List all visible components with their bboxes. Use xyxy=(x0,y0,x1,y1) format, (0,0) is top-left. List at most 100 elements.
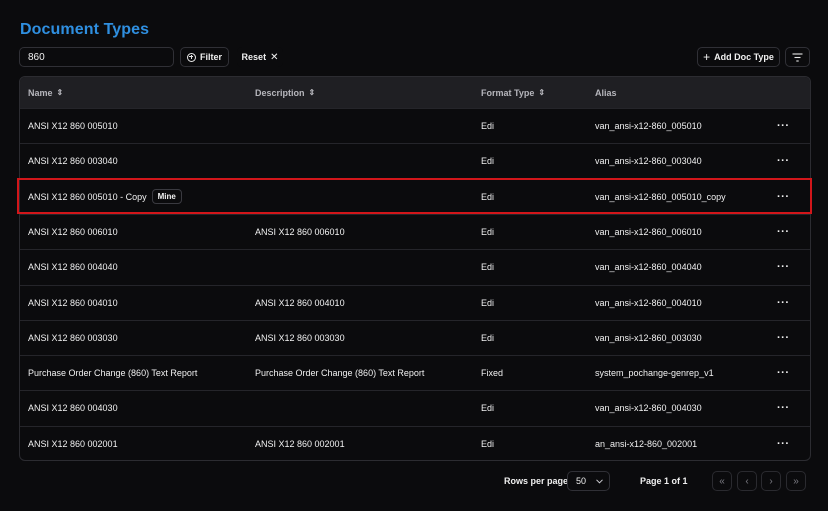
more-horizontal-icon: ··· xyxy=(777,402,790,415)
table-row[interactable]: ANSI X12 860 004030 Edi van_ansi-x12-860_0… xyxy=(20,390,810,425)
cell-alias-text: van_ansi-x12-860_003030 xyxy=(595,332,702,343)
column-header-description[interactable]: Description ⇕ xyxy=(255,77,315,108)
table-row[interactable]: ANSI X12 860 004040 Edi van_ansi-x12-860_0… xyxy=(20,249,810,284)
add-doc-type-button[interactable]: + Add Doc Type xyxy=(697,47,780,67)
row-actions-button[interactable]: ··· xyxy=(777,144,790,178)
filter-button[interactable]: Filter xyxy=(180,47,229,67)
search-input[interactable] xyxy=(19,47,174,67)
cell-format-type-text: Edi xyxy=(481,156,495,167)
column-header-label: Description xyxy=(255,87,305,98)
cell-alias: system_pochange-genrep_v1 xyxy=(595,356,714,390)
cell-name-text: Purchase Order Change (860) Text Report xyxy=(28,368,198,379)
more-horizontal-icon: ··· xyxy=(777,437,790,450)
view-options-button[interactable] xyxy=(785,47,810,67)
cell-alias: van_ansi-x12-860_004010 xyxy=(595,286,702,320)
chevron-right-icon: › xyxy=(769,475,773,487)
cell-name-text: ANSI X12 860 004010 xyxy=(28,297,118,308)
more-horizontal-icon: ··· xyxy=(777,225,790,238)
row-actions-button[interactable]: ··· xyxy=(777,180,790,214)
cell-format-type-text: Edi xyxy=(481,332,495,343)
cell-format-type-text: Edi xyxy=(481,438,495,449)
cell-name-text: ANSI X12 860 006010 xyxy=(28,226,118,237)
cell-description-text: ANSI X12 860 003030 xyxy=(255,332,345,343)
column-header-label: Format Type xyxy=(481,87,535,98)
cell-description-text: ANSI X12 860 006010 xyxy=(255,226,345,237)
cell-alias-text: system_pochange-genrep_v1 xyxy=(595,368,714,379)
table-row[interactable]: ANSI X12 860 005010 Edi van_ansi-x12-860_0… xyxy=(20,108,810,143)
reset-label: Reset xyxy=(241,52,267,62)
row-actions-button[interactable]: ··· xyxy=(777,356,790,390)
table-header: Name ⇕ Description ⇕ Format Type ⇕ Alias xyxy=(20,77,810,108)
row-actions-button[interactable]: ··· xyxy=(777,286,790,320)
cell-alias: van_ansi-x12-860_004030 xyxy=(595,391,702,425)
more-horizontal-icon: ··· xyxy=(777,296,790,309)
next-page-button[interactable]: › xyxy=(761,471,781,491)
sort-icon: ⇕ xyxy=(308,88,316,97)
chevrons-left-icon: « xyxy=(719,475,725,487)
cell-alias: van_ansi-x12-860_006010 xyxy=(595,215,702,249)
table-row[interactable]: ANSI X12 860 002001 ANSI X12 860 002001 Ed… xyxy=(20,425,810,460)
column-header-label: Alias xyxy=(595,87,617,98)
column-header-name[interactable]: Name ⇕ xyxy=(28,77,63,108)
cell-format-type: Edi xyxy=(481,286,494,320)
chevrons-right-icon: » xyxy=(793,475,799,487)
cell-name: ANSI X12 860 003030 xyxy=(28,321,118,355)
plus-icon: + xyxy=(703,49,711,64)
previous-page-button[interactable]: ‹ xyxy=(737,471,757,491)
row-actions-button[interactable]: ··· xyxy=(777,109,790,143)
row-actions-button[interactable]: ··· xyxy=(777,250,790,284)
cell-format-type: Edi xyxy=(481,109,494,143)
table-row[interactable]: ANSI X12 860 003040 Edi van_ansi-x12-860_0… xyxy=(20,143,810,178)
rows-per-page-value: 50 xyxy=(576,476,587,486)
sort-icon: ⇕ xyxy=(538,88,546,97)
cell-name: ANSI X12 860 005010 - Copy Mine xyxy=(28,180,182,214)
cell-format-type: Edi xyxy=(481,250,494,284)
first-page-button[interactable]: « xyxy=(712,471,732,491)
sort-icon: ⇕ xyxy=(56,88,64,97)
cell-alias: van_ansi-x12-860_005010_copy xyxy=(595,180,726,214)
cell-alias-text: van_ansi-x12-860_004010 xyxy=(595,297,702,308)
filter-lines-icon xyxy=(792,52,803,62)
reset-button[interactable]: Reset ✕ xyxy=(237,47,283,67)
cell-description-text: Purchase Order Change (860) Text Report xyxy=(255,368,425,379)
cell-name: ANSI X12 860 002001 xyxy=(28,427,118,460)
table-row[interactable]: ANSI X12 860 004010 ANSI X12 860 004010 Ed… xyxy=(20,284,810,320)
row-actions-button[interactable]: ··· xyxy=(777,321,790,355)
cell-name: ANSI X12 860 004040 xyxy=(28,250,118,284)
cell-format-type: Edi xyxy=(481,427,495,460)
cell-format-type-text: Edi xyxy=(481,262,495,273)
cell-name-text: ANSI X12 860 002001 xyxy=(28,438,118,449)
close-icon: ✕ xyxy=(270,51,279,63)
page-indicator: Page 1 of 1 xyxy=(640,476,688,486)
row-actions-button[interactable]: ··· xyxy=(777,391,790,425)
cell-name: ANSI X12 860 003040 xyxy=(28,144,118,178)
more-horizontal-icon: ··· xyxy=(777,120,790,132)
more-horizontal-icon: ··· xyxy=(777,331,790,344)
cell-format-type-text: Edi xyxy=(481,191,495,202)
table-row[interactable]: Purchase Order Change (860) Text Report P… xyxy=(20,355,810,390)
row-actions-button[interactable]: ··· xyxy=(777,215,790,249)
cell-alias: van_ansi-x12-860_005010 xyxy=(595,109,702,143)
cell-description: ANSI X12 860 002001 xyxy=(255,427,345,460)
table-row[interactable]: ANSI X12 860 003030 ANSI X12 860 003030 Ed… xyxy=(20,319,810,355)
last-page-button[interactable]: » xyxy=(786,471,806,491)
rows-per-page-select[interactable]: 50 xyxy=(567,471,610,491)
column-header-format-type[interactable]: Format Type ⇕ xyxy=(481,77,545,108)
column-header-alias: Alias xyxy=(595,77,617,108)
cell-name: ANSI X12 860 006010 xyxy=(28,215,118,249)
chevron-left-icon: ‹ xyxy=(745,475,749,487)
cell-name: ANSI X12 860 004010 xyxy=(28,286,118,320)
cell-alias-text: van_ansi-x12-860_006010 xyxy=(595,226,702,237)
table-row[interactable]: ANSI X12 860 005010 - Copy Mine Edi van_ans… xyxy=(20,178,810,214)
rows-per-page-label: Rows per page xyxy=(504,476,569,486)
cell-description: ANSI X12 860 006010 xyxy=(255,215,345,249)
cell-format-type: Edi xyxy=(481,321,494,355)
filter-label: Filter xyxy=(199,52,222,62)
cell-name: Purchase Order Change (860) Text Report xyxy=(28,356,197,390)
table-row[interactable]: ANSI X12 860 006010 ANSI X12 860 006010 Ed… xyxy=(20,213,810,249)
cell-format-type: Edi xyxy=(481,180,494,214)
page-title: Document Types xyxy=(20,21,150,38)
cell-format-type: Edi xyxy=(481,391,494,425)
cell-alias-text: an_ansi-x12-860_002001 xyxy=(595,438,698,449)
row-actions-button[interactable]: ··· xyxy=(777,427,790,460)
